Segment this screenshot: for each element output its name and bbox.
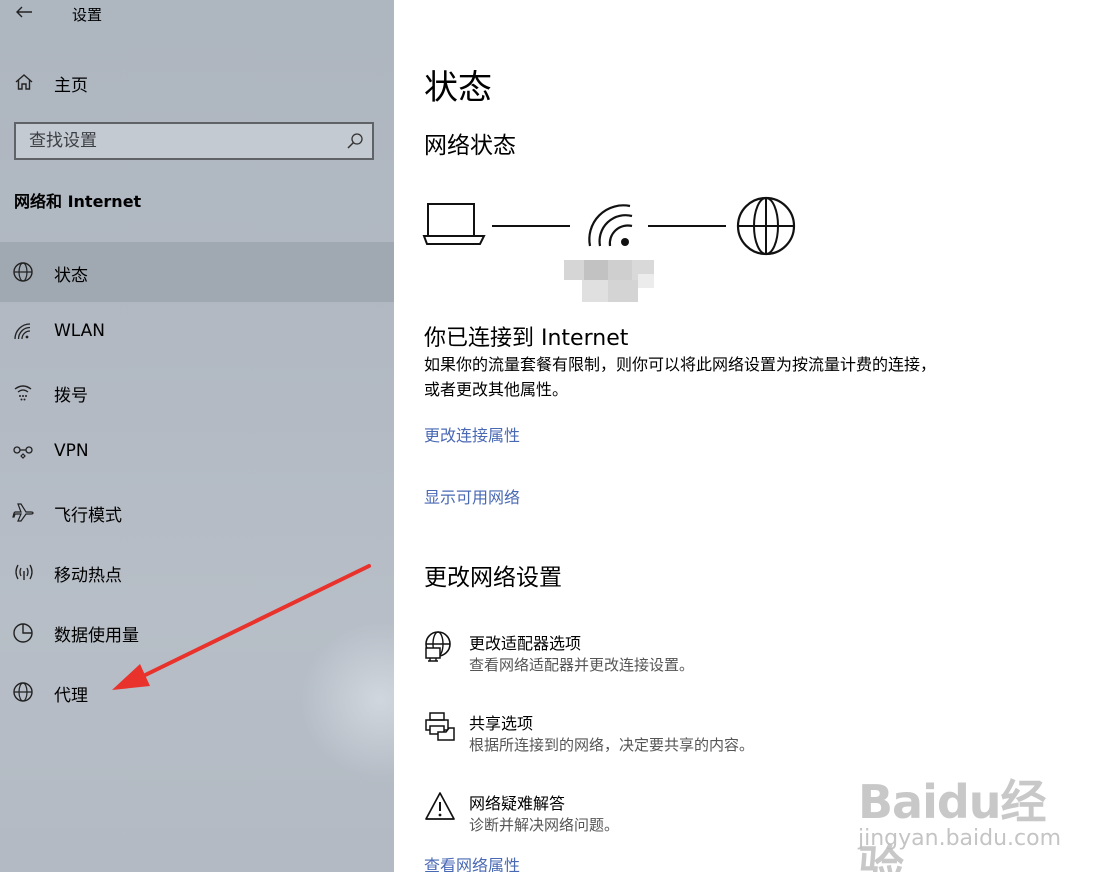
laptop-icon bbox=[422, 203, 486, 245]
page-title: 状态 bbox=[424, 68, 492, 108]
option-title: 更改适配器选项 bbox=[469, 634, 582, 653]
watermark-url: jingyan.baidu.com bbox=[858, 826, 1062, 851]
show-available-networks-link[interactable]: 显示可用网络 bbox=[424, 484, 520, 508]
option-subtitle: 诊断并解决网络问题。 bbox=[469, 816, 620, 834]
adapter-icon bbox=[425, 631, 451, 662]
main-content: 状态 网络状态 你已连接到 Internet 如果你的流量套餐有限制，则你可以将… bbox=[394, 0, 1120, 872]
network-status-heading: 网络状态 bbox=[424, 133, 516, 159]
router-wifi-icon bbox=[588, 204, 633, 247]
watermark-brand: Baidu经验 bbox=[858, 775, 1047, 872]
annotation-arrow bbox=[112, 564, 371, 690]
network-name-redacted bbox=[564, 260, 654, 302]
connection-status-title: 你已连接到 Internet bbox=[424, 326, 629, 351]
view-network-properties-link[interactable]: 查看网络属性 bbox=[424, 852, 520, 872]
baidu-watermark: Baidu经验 jingyan.baidu.com bbox=[858, 750, 1078, 872]
internet-globe-icon bbox=[736, 196, 796, 256]
change-network-settings-heading: 更改网络设置 bbox=[424, 565, 562, 591]
option-title: 共享选项 bbox=[469, 714, 534, 733]
sharing-icon bbox=[425, 712, 455, 741]
network-diagram bbox=[422, 196, 796, 256]
option-subtitle: 根据所连接到的网络，决定要共享的内容。 bbox=[469, 736, 755, 754]
change-connection-properties-link[interactable]: 更改连接属性 bbox=[424, 422, 520, 446]
connection-description: 如果你的流量套餐有限制，则你可以将此网络设置为按流量计费的连接，或者更改其他属性… bbox=[424, 355, 937, 399]
option-title: 网络疑难解答 bbox=[469, 794, 566, 813]
adapter-options-item[interactable]: 更改适配器选项 查看网络适配器并更改连接设置。 bbox=[424, 630, 1024, 690]
warning-icon bbox=[425, 792, 455, 820]
option-subtitle: 查看网络适配器并更改连接设置。 bbox=[469, 656, 695, 674]
